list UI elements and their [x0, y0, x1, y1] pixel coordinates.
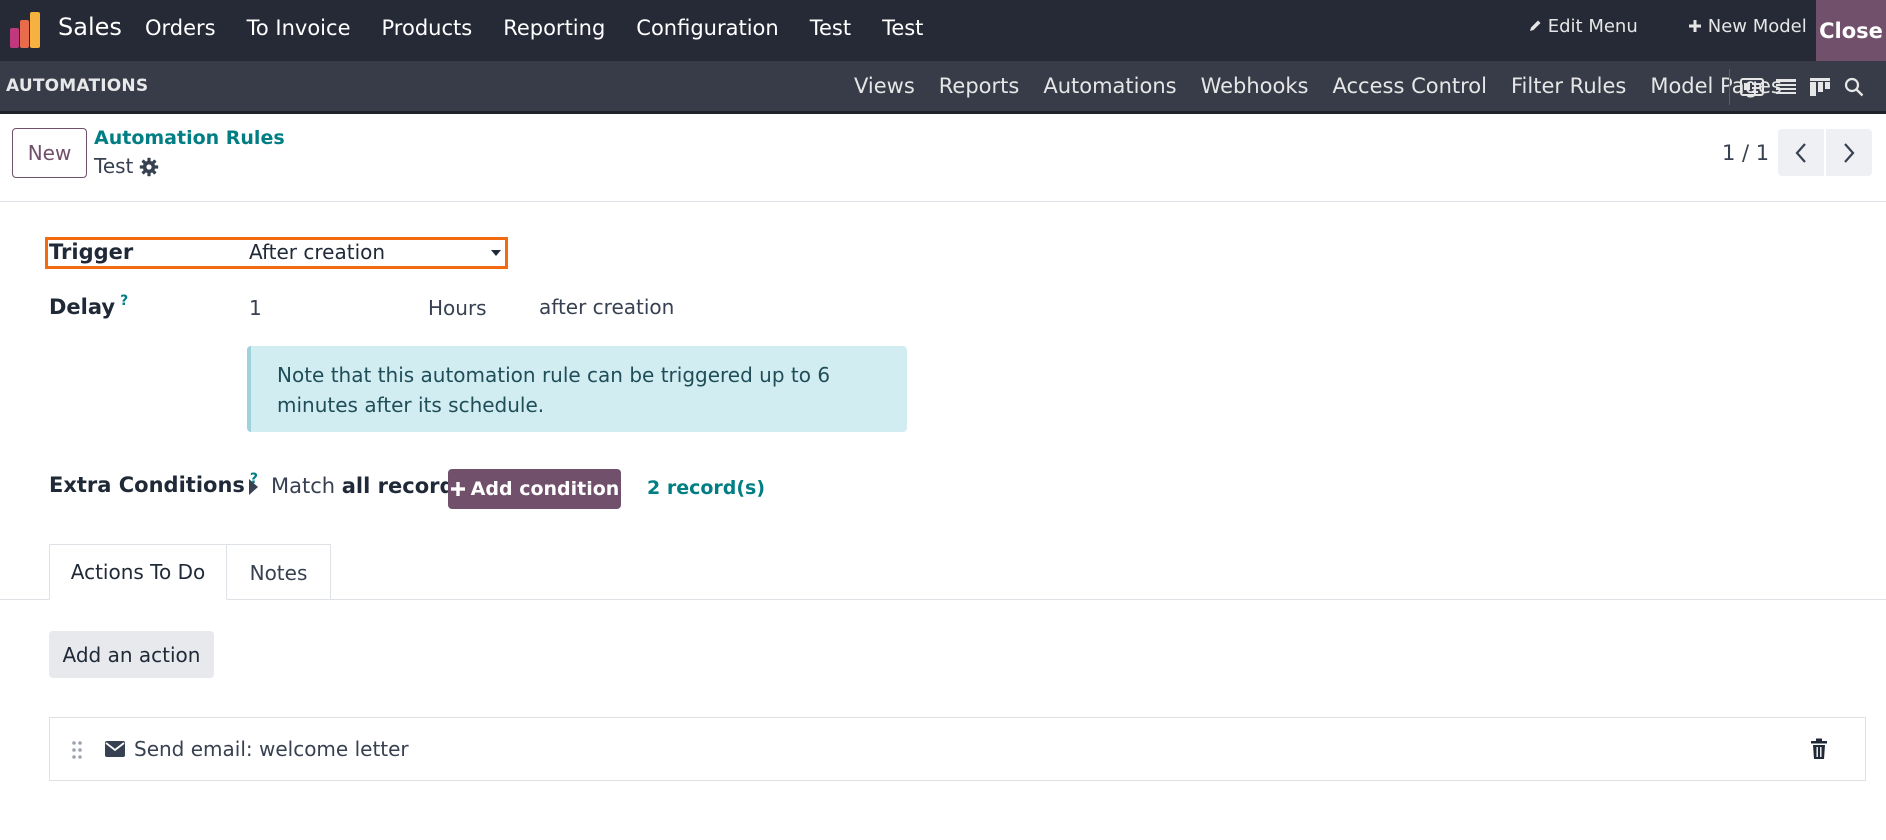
records-count-link[interactable]: 2 record(s)	[647, 477, 765, 499]
menu-reporting[interactable]: Reporting	[503, 16, 605, 40]
trigger-select[interactable]: After creation	[249, 240, 385, 264]
dropdown-caret-icon[interactable]	[491, 250, 501, 256]
nav-automations[interactable]: Automations	[1043, 74, 1176, 98]
gear-icon[interactable]	[139, 157, 159, 177]
tab-actions-to-do[interactable]: Actions To Do	[49, 544, 227, 600]
sales-app-icon[interactable]	[8, 10, 46, 50]
delay-unit-select[interactable]: Hours	[428, 296, 487, 320]
pager-value[interactable]: 1 / 1	[1722, 141, 1769, 165]
plus-icon	[450, 482, 465, 496]
help-icon[interactable]: ?	[120, 293, 128, 309]
nav-webhooks[interactable]: Webhooks	[1201, 74, 1309, 98]
new-model-label: New Model	[1707, 16, 1807, 37]
nav-access-control[interactable]: Access Control	[1333, 74, 1487, 98]
edit-menu-label: Edit Menu	[1547, 16, 1638, 37]
close-button[interactable]: Close	[1816, 0, 1886, 61]
delay-label: Delay?	[49, 293, 128, 319]
section-title: AUTOMATIONS	[6, 76, 149, 96]
trash-icon[interactable]	[1810, 738, 1828, 760]
trigger-label: Trigger	[49, 240, 134, 264]
new-model-button[interactable]: New Model	[1688, 16, 1807, 37]
view-switcher	[1740, 75, 1866, 99]
breadcrumb-automation-rules[interactable]: Automation Rules	[94, 127, 285, 149]
menu-test-1[interactable]: Test	[810, 16, 851, 40]
schedule-note: Note that this automation rule can be tr…	[247, 346, 907, 432]
extra-conditions-text: Extra Conditions	[49, 473, 245, 497]
studio-nav: Views Reports Automations Webhooks Acces…	[854, 74, 1806, 98]
menu-configuration[interactable]: Configuration	[636, 16, 778, 40]
new-button[interactable]: New	[12, 128, 87, 178]
chevron-right-icon	[1844, 142, 1855, 163]
match-prefix: Match	[271, 474, 336, 498]
divider	[1729, 69, 1730, 105]
extra-conditions-label: Extra Conditions?	[49, 471, 258, 497]
drag-handle-icon[interactable]	[71, 740, 83, 760]
menu-orders[interactable]: Orders	[145, 16, 216, 40]
menu-test-2[interactable]: Test	[882, 16, 923, 40]
delay-label-text: Delay	[49, 295, 116, 319]
add-action-button[interactable]: Add an action	[49, 631, 214, 678]
control-panel: New Automation Rules Test 1 / 1	[0, 114, 1886, 202]
domain-summary: Match all records	[271, 474, 467, 498]
breadcrumb-current: Test	[94, 154, 134, 178]
nav-reports[interactable]: Reports	[939, 74, 1020, 98]
nav-views[interactable]: Views	[854, 74, 915, 98]
form-view-icon[interactable]	[1740, 75, 1764, 99]
tab-notes[interactable]: Notes	[227, 544, 331, 600]
menu-products[interactable]: Products	[382, 16, 473, 40]
pager-previous-button[interactable]	[1778, 129, 1824, 176]
action-row[interactable]: Send email: welcome letter	[49, 717, 1866, 781]
studio-subbar: AUTOMATIONS Views Reports Automations We…	[0, 61, 1886, 114]
delay-suffix: after creation	[539, 295, 675, 319]
menu-to-invoice[interactable]: To Invoice	[247, 16, 351, 40]
chevron-left-icon	[1795, 142, 1806, 163]
search-icon[interactable]	[1842, 75, 1866, 99]
add-condition-button[interactable]: Add condition	[448, 469, 621, 509]
list-view-icon[interactable]	[1774, 75, 1798, 99]
action-label[interactable]: Send email: welcome letter	[134, 737, 409, 761]
caret-right-icon[interactable]	[249, 479, 258, 495]
main-menu: Orders To Invoice Products Reporting Con…	[145, 16, 954, 40]
envelope-icon	[105, 741, 125, 757]
plus-icon	[1689, 20, 1701, 32]
pager-next-button[interactable]	[1826, 129, 1872, 176]
main-navbar: Sales Orders To Invoice Products Reporti…	[0, 0, 1886, 61]
edit-menu-button[interactable]: Edit Menu	[1528, 16, 1638, 37]
nav-filter-rules[interactable]: Filter Rules	[1511, 74, 1626, 98]
kanban-view-icon[interactable]	[1808, 75, 1832, 99]
add-condition-label: Add condition	[470, 478, 620, 500]
delay-number-input[interactable]: 1	[249, 296, 262, 320]
app-name[interactable]: Sales	[58, 13, 122, 41]
pencil-icon	[1530, 20, 1541, 31]
